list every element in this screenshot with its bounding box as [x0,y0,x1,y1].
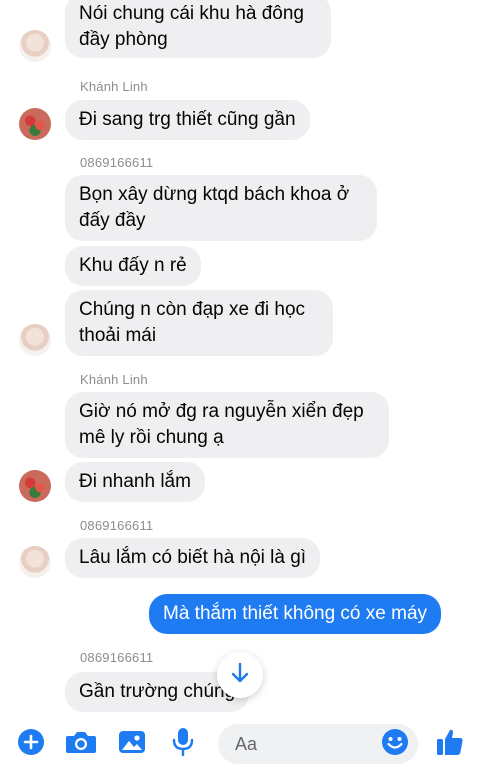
message-bubble[interactable]: Nói chung cái khu hà đông đầy phòng [65,0,331,58]
avatar[interactable] [19,108,51,140]
sender-name: Khánh Linh [80,79,148,94]
avatar[interactable] [19,470,51,502]
arrow-down-icon [230,662,250,689]
message-bubble[interactable]: Giờ nó mở đg ra nguyễn xiển đẹp mê ly rồ… [65,392,389,458]
camera-icon [65,729,97,760]
message-bubble[interactable]: Khu đấy n rẻ [65,246,201,286]
my-message-bubble[interactable]: Mà thắm thiết không có xe máy [149,594,442,634]
microphone-button[interactable] [168,727,198,762]
plus-button[interactable] [16,728,46,761]
message-bubble[interactable]: Đi sang trg thiết cũng gần [65,100,310,140]
message-bubble[interactable]: Đi nhanh lắm [65,462,205,502]
camera-button[interactable] [64,729,98,759]
message-bubble[interactable]: Chúng n còn đạp xe đi học thoải mái [65,290,333,356]
sender-name: 0869166611 [80,518,154,533]
sender-name: 0869166611 [80,155,154,170]
composer-bar: Aa [0,712,480,773]
message-bubble[interactable]: Bọn xây dừng ktqd bách khoa ở đấy đầy [65,175,377,241]
microphone-icon [171,727,195,762]
like-button[interactable] [434,729,466,759]
photo-icon [118,729,146,760]
emoji-button[interactable] [380,728,410,761]
message-list[interactable]: Nói chung cái khu hà đông đầy phòng Khán… [0,0,480,712]
sender-name: Khánh Linh [80,372,148,387]
avatar[interactable] [19,30,51,62]
avatar[interactable] [19,546,51,578]
photo-button[interactable] [117,729,147,759]
emoji-icon [381,728,409,761]
message-input-placeholder: Aa [235,734,258,754]
scroll-to-bottom-button[interactable] [217,652,263,698]
like-icon [435,727,465,762]
avatar[interactable] [19,324,51,356]
message-bubble[interactable]: Lâu lắm có biết hà nội là gì [65,538,321,578]
sender-name: 0869166611 [80,650,154,665]
plus-icon [17,728,45,761]
